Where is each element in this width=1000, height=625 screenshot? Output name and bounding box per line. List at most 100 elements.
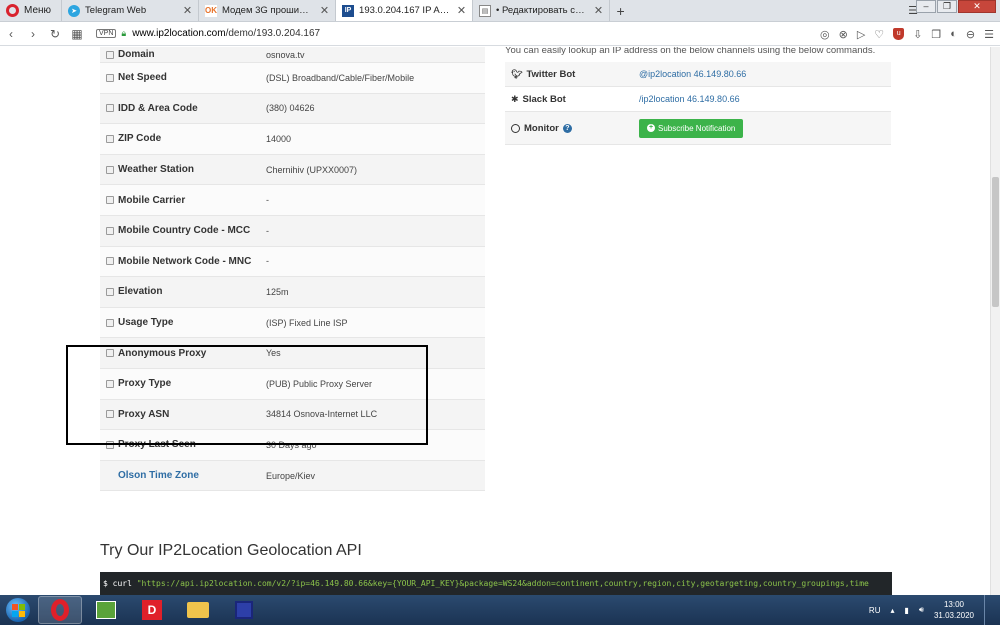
app-red-icon: D (142, 600, 162, 620)
slack-command[interactable]: /ip2location 46.149.80.66 (639, 94, 740, 104)
taskbar-opera[interactable] (38, 596, 82, 624)
table-row: Domain osnova.tv (100, 47, 485, 63)
camera-icon[interactable]: ◎ (820, 28, 830, 41)
checkbox[interactable] (106, 226, 114, 235)
tray-expand-icon[interactable]: ▴ (890, 606, 894, 615)
vpn-badge[interactable]: VPN (96, 29, 117, 38)
snapshot-icon[interactable]: ❐ (931, 28, 941, 41)
vr-icon[interactable]: ⊖ (966, 28, 975, 41)
reload-icon[interactable]: ↻ (44, 27, 66, 41)
checkbox[interactable] (106, 104, 114, 113)
row-value: Chernihiv (UPXX0007) (266, 164, 358, 175)
clock[interactable]: 13:00 31.03.2020 (934, 599, 974, 621)
channel-label: Twitter Bot (526, 68, 576, 80)
checkbox[interactable] (106, 318, 114, 327)
row-value: 34814 Osnova-Internet LLC (266, 409, 378, 420)
taskbar-app-red[interactable]: D (130, 596, 174, 624)
close-icon[interactable]: ✕ (183, 4, 192, 17)
tab-title: Модем 3G прошит под СЕ (222, 5, 313, 16)
row-label: Net Speed (118, 72, 167, 84)
url-field[interactable]: www.ip2location.com/demo/193.0.204.167 (132, 28, 320, 39)
twitter-command[interactable]: @ip2location 46.149.80.66 (639, 69, 746, 79)
checkbox[interactable] (106, 50, 114, 59)
checkbox[interactable] (106, 440, 114, 449)
language-indicator[interactable]: RU (869, 606, 881, 615)
window-close-icon[interactable]: ✕ (958, 0, 996, 13)
clock-date: 31.03.2020 (933, 611, 974, 620)
volume-icon[interactable]: 🔊︎ (919, 605, 924, 615)
checkbox[interactable] (106, 257, 114, 266)
download-icon[interactable]: ⇩ (913, 28, 922, 41)
send-icon[interactable]: ▷ (857, 28, 865, 41)
windows-logo-icon (6, 598, 30, 622)
row-label: Mobile Country Code - MCC (118, 225, 251, 237)
row-value: osnova.tv (266, 49, 305, 60)
speed-dial-icon[interactable]: ▦ (66, 27, 88, 41)
checkbox[interactable] (106, 134, 114, 143)
taskbar-save[interactable] (222, 596, 266, 624)
show-desktop-button[interactable] (984, 595, 992, 625)
heart-icon[interactable]: ♡ (874, 28, 884, 41)
checkbox[interactable] (106, 410, 114, 419)
page-scrollbar[interactable] (990, 47, 1000, 595)
row-label: Proxy ASN (118, 408, 170, 420)
checkbox[interactable] (106, 196, 114, 205)
table-row: Mobile Carrier - (100, 185, 485, 216)
row-value: - (266, 225, 269, 236)
row-value: 14000 (266, 133, 292, 144)
checkbox[interactable] (106, 73, 114, 82)
opera-menu-button[interactable]: Меню (0, 0, 61, 21)
lookup-channels: You can easily lookup an IP address on t… (505, 47, 891, 145)
table-row: ZIP Code 14000 (100, 124, 485, 155)
close-icon[interactable]: ✕ (320, 4, 329, 17)
checkbox[interactable] (106, 287, 114, 296)
tab-telegram[interactable]: ➤ Telegram Web ✕ (61, 0, 198, 21)
easy-setup-icon[interactable]: ☰ (984, 28, 994, 41)
code-command: "https://api.ip2location.com/v2/?ip=46.1… (136, 579, 869, 588)
row-value: (ISP) Fixed Line ISP (266, 317, 348, 328)
taskbar-explorer[interactable] (176, 596, 220, 624)
network-icon[interactable]: ▮ (905, 606, 909, 615)
tab-edit-message[interactable]: ▤ • Редактировать сообщен ✕ (472, 0, 609, 21)
ublock-shield-icon[interactable]: u (893, 28, 905, 40)
lock-icon[interactable]: 🔒︎ (121, 28, 126, 39)
api-section-title: Try Our IP2Location Geolocation API (100, 542, 362, 559)
tab-ip-address[interactable]: IP 193.0.204.167 IP Address G ✕ (335, 0, 473, 21)
minimize-icon[interactable]: – (916, 0, 936, 13)
olson-time-zone-link[interactable]: Olson Time Zone (118, 470, 199, 481)
table-row: Anonymous Proxy Yes (100, 338, 485, 369)
table-row: Weather Station Chernihiv (UPXX0007) (100, 154, 485, 186)
checkbox[interactable] (106, 379, 114, 388)
scrollbar-thumb[interactable] (992, 177, 999, 307)
channels-table: 🐦︎ Twitter Bot @ip2location 46.149.80.66 … (505, 62, 891, 145)
clock-icon (511, 123, 520, 133)
tab-modem[interactable]: OK Модем 3G прошит под СЕ ✕ (198, 0, 335, 21)
back-icon[interactable]: ‹ (0, 27, 22, 41)
checkbox[interactable] (106, 165, 114, 174)
page-content: Domain osnova.tv Net Speed (DSL) Broadba… (0, 47, 990, 595)
opera-icon (51, 599, 69, 621)
table-row: Net Speed (DSL) Broadband/Cable/Fiber/Mo… (100, 63, 485, 94)
start-button[interactable] (0, 595, 36, 625)
ip-info-table: Domain osnova.tv Net Speed (DSL) Broadba… (100, 47, 485, 492)
row-value: 30 Days ago (266, 439, 317, 450)
row-value: 125m (266, 286, 289, 297)
row-value: - (266, 256, 269, 267)
checkbox[interactable] (106, 349, 114, 358)
forward-icon[interactable]: › (22, 27, 44, 41)
help-icon[interactable]: ? (562, 123, 572, 133)
taskbar-spreadsheet[interactable] (84, 596, 128, 624)
row-label: Proxy Last Seen (118, 439, 196, 451)
spreadsheet-icon (96, 601, 116, 619)
maximize-icon[interactable]: ❐ (937, 0, 957, 13)
block-icon[interactable]: ⊗ (839, 28, 848, 41)
close-icon[interactable]: ✕ (594, 4, 603, 17)
api-code-sample[interactable]: $ curl "https://api.ip2location.com/v2/?… (100, 572, 892, 595)
subscribe-notification-button[interactable]: + Subscribe Notification (639, 118, 744, 138)
folder-icon (187, 602, 209, 618)
row-value: (DSL) Broadband/Cable/Fiber/Mobile (266, 72, 415, 83)
palette-icon[interactable]: ◐ (950, 28, 957, 40)
close-icon[interactable]: ✕ (457, 4, 466, 17)
new-tab-button[interactable]: + (609, 0, 631, 21)
channel-label: Monitor (524, 122, 559, 134)
